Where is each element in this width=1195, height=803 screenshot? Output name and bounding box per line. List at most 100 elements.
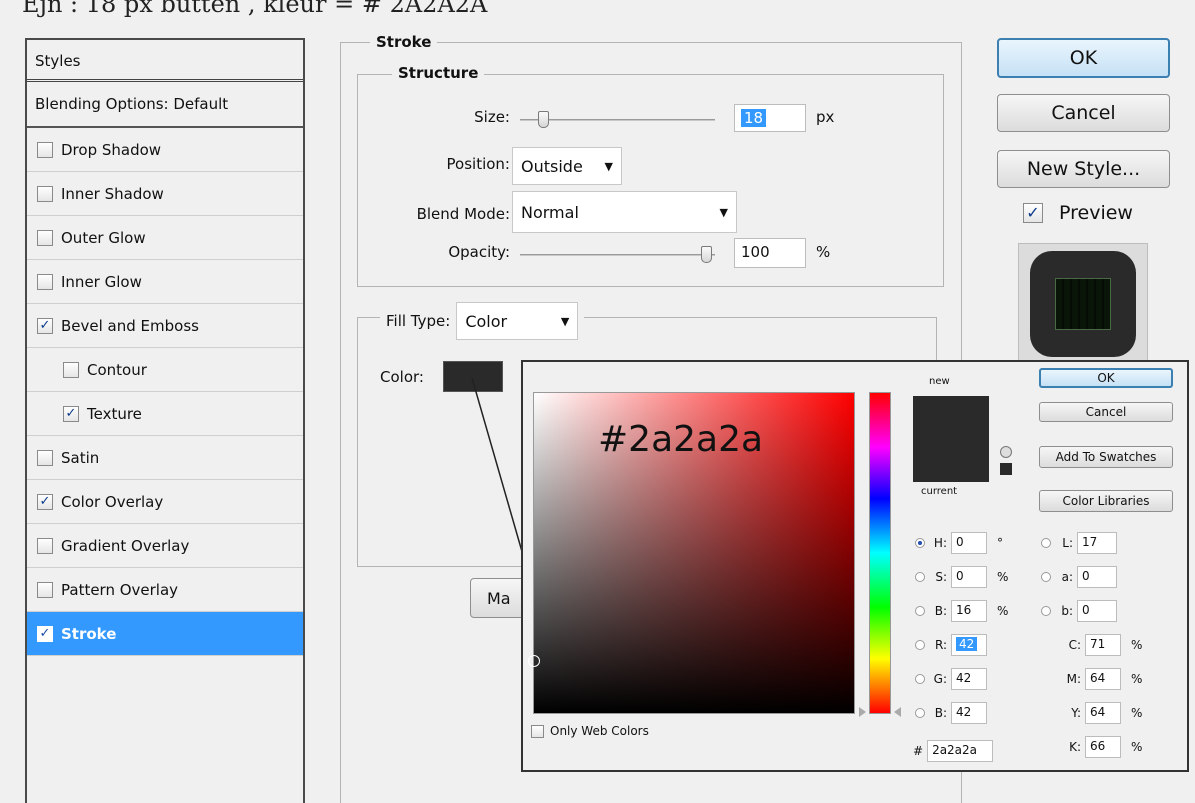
style-item-drop-shadow[interactable]: Drop Shadow: [27, 128, 303, 172]
radio-l[interactable]: [1041, 538, 1051, 548]
field-value[interactable]: 42: [951, 668, 987, 690]
fill-type-dropdown[interactable]: Color ▼: [456, 302, 579, 340]
preview-toggle[interactable]: ✓ Preview: [1023, 202, 1133, 224]
size-field[interactable]: 18: [734, 104, 806, 132]
web-safe-icon[interactable]: [1000, 463, 1012, 475]
field-value[interactable]: 42: [951, 702, 987, 724]
style-item-outer-glow[interactable]: Outer Glow: [27, 216, 303, 260]
styles-header[interactable]: Styles: [27, 40, 303, 82]
picker-cancel-button[interactable]: Cancel: [1039, 402, 1173, 422]
style-item-label: Color Overlay: [61, 492, 164, 511]
style-checkbox[interactable]: [37, 537, 53, 554]
style-checkbox[interactable]: ✓: [37, 317, 53, 334]
radio-s[interactable]: [915, 572, 925, 582]
field-unit: °: [997, 536, 1003, 550]
style-item-color-overlay[interactable]: ✓ Color Overlay: [27, 480, 303, 524]
field-label: K:: [1069, 740, 1081, 754]
color-libraries-button[interactable]: Color Libraries: [1039, 490, 1173, 512]
field-value[interactable]: 64: [1085, 668, 1121, 690]
field-value[interactable]: 16: [951, 600, 987, 622]
radio-g[interactable]: [915, 674, 925, 684]
style-item-stroke[interactable]: ✓ Stroke: [27, 612, 303, 656]
hue-marker-left[interactable]: [859, 707, 866, 717]
style-item-label: Inner Shadow: [61, 184, 164, 203]
preview-checkbox[interactable]: ✓: [1023, 203, 1043, 223]
style-item-satin[interactable]: Satin: [27, 436, 303, 480]
style-item-inner-shadow[interactable]: Inner Shadow: [27, 172, 303, 216]
field-value[interactable]: 0: [951, 532, 987, 554]
color-label: Color:: [380, 368, 424, 386]
hue-slider[interactable]: [869, 392, 891, 714]
style-checkbox[interactable]: [37, 449, 53, 466]
style-checkbox[interactable]: ✓: [37, 493, 53, 510]
only-web-colors-toggle[interactable]: Only Web Colors: [531, 724, 649, 738]
field-row-s: S: 0%: [915, 566, 1008, 588]
style-item-gradient-overlay[interactable]: Gradient Overlay: [27, 524, 303, 568]
field-value[interactable]: 64: [1085, 702, 1121, 724]
style-item-label: Texture: [87, 404, 142, 423]
field-row-b: b: 0: [1041, 600, 1117, 622]
field-label: G:: [933, 672, 947, 686]
radio-a[interactable]: [1041, 572, 1051, 582]
blending-options-item[interactable]: Blending Options: Default: [27, 82, 303, 128]
opacity-slider-knob[interactable]: [701, 246, 712, 263]
field-value[interactable]: 66: [1085, 736, 1121, 758]
size-slider-knob[interactable]: [538, 111, 550, 128]
picker-ok-button[interactable]: OK: [1039, 368, 1173, 388]
preview-label: Preview: [1059, 202, 1133, 224]
size-label: Size:: [474, 108, 510, 126]
radio-b[interactable]: [1041, 606, 1051, 616]
opacity-field[interactable]: 100: [734, 238, 806, 268]
field-value[interactable]: 0: [1077, 566, 1117, 588]
hue-marker-right[interactable]: [894, 707, 901, 717]
field-value[interactable]: 0: [951, 566, 987, 588]
texture-icon: [1055, 278, 1111, 330]
color-hex-overlay: #2a2a2a: [598, 419, 764, 460]
fill-type-value: Color: [465, 311, 508, 331]
blend-mode-value: Normal: [521, 202, 579, 222]
style-checkbox[interactable]: [37, 141, 53, 158]
style-item-texture[interactable]: ✓ Texture: [27, 392, 303, 436]
position-dropdown[interactable]: Outside ▼: [512, 147, 622, 185]
style-item-bevel-and-emboss[interactable]: ✓ Bevel and Emboss: [27, 304, 303, 348]
chevron-down-icon: ▼: [604, 159, 613, 173]
field-value[interactable]: 71: [1085, 634, 1121, 656]
style-checkbox[interactable]: [37, 273, 53, 290]
size-slider[interactable]: [520, 119, 715, 121]
blend-mode-dropdown[interactable]: Normal ▼: [512, 191, 737, 233]
color-cursor[interactable]: [528, 655, 540, 667]
style-item-label: Stroke: [61, 624, 117, 643]
new-color-swatch: [913, 396, 989, 452]
hex-field[interactable]: 2a2a2a: [927, 740, 994, 762]
ok-button[interactable]: OK: [997, 38, 1170, 78]
style-item-pattern-overlay[interactable]: Pattern Overlay: [27, 568, 303, 612]
field-value[interactable]: 0: [1077, 600, 1117, 622]
radio-r[interactable]: [915, 640, 925, 650]
style-checkbox[interactable]: [37, 229, 53, 246]
style-checkbox[interactable]: [63, 361, 79, 378]
add-to-swatches-button[interactable]: Add To Swatches: [1039, 446, 1173, 468]
style-checkbox[interactable]: [37, 581, 53, 598]
opacity-slider[interactable]: [520, 254, 715, 256]
hex-row: # 2a2a2a: [913, 740, 994, 762]
cancel-button[interactable]: Cancel: [997, 94, 1170, 132]
styles-panel: Styles Blending Options: Default Drop Sh…: [25, 38, 305, 803]
radio-b[interactable]: [915, 708, 925, 718]
style-item-inner-glow[interactable]: Inner Glow: [27, 260, 303, 304]
new-style-button[interactable]: New Style...: [997, 150, 1170, 188]
style-item-contour[interactable]: Contour: [27, 348, 303, 392]
field-value[interactable]: 42: [951, 634, 987, 656]
field-unit: %: [1131, 740, 1143, 754]
radio-h[interactable]: [915, 538, 925, 548]
style-checkbox[interactable]: ✓: [63, 405, 79, 422]
only-web-colors-checkbox[interactable]: [531, 724, 544, 738]
field-value[interactable]: 17: [1077, 532, 1117, 554]
saturation-brightness-field[interactable]: #2a2a2a: [528, 392, 855, 714]
radio-b[interactable]: [915, 606, 925, 616]
out-of-gamut-icon[interactable]: [1000, 446, 1012, 458]
style-checkbox[interactable]: ✓: [37, 625, 53, 642]
style-checkbox[interactable]: [37, 185, 53, 202]
field-row-m: M: 64%: [1063, 668, 1142, 690]
field-unit: %: [1131, 638, 1143, 652]
current-color-swatch[interactable]: [913, 452, 989, 482]
